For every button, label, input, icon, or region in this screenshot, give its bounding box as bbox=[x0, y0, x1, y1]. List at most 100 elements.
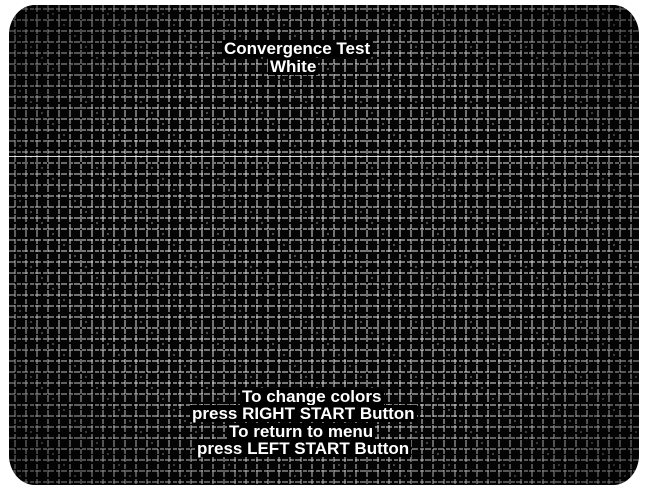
grid-dot bbox=[73, 34, 77, 38]
grid-dot bbox=[601, 122, 605, 126]
grid-dot bbox=[590, 221, 594, 225]
grid-dot bbox=[513, 364, 517, 368]
grid-dot bbox=[128, 199, 132, 203]
grid-dot bbox=[447, 243, 451, 247]
grid-dot bbox=[260, 331, 264, 335]
grid-dot bbox=[337, 78, 341, 82]
grid-dot bbox=[282, 133, 286, 137]
grid-dot bbox=[403, 254, 407, 258]
grid-dot bbox=[436, 12, 440, 16]
grid-dot bbox=[557, 353, 561, 357]
grid-dot bbox=[51, 122, 55, 126]
grid-dot bbox=[469, 210, 473, 214]
grid-dot bbox=[216, 397, 220, 401]
grid-dot bbox=[271, 232, 275, 236]
grid-dot bbox=[315, 331, 319, 335]
grid-dot bbox=[403, 34, 407, 38]
grid-dot bbox=[469, 100, 473, 104]
current-color-label: White bbox=[268, 57, 319, 76]
grid-dot bbox=[84, 430, 88, 434]
grid-dot bbox=[51, 342, 55, 346]
grid-dot bbox=[117, 188, 121, 192]
grid-dot bbox=[73, 309, 77, 313]
grid-dot bbox=[425, 56, 429, 60]
grid-dot bbox=[293, 144, 297, 148]
grid-dot bbox=[546, 342, 550, 346]
grid-dot bbox=[337, 133, 341, 137]
test-title: Convergence Test bbox=[222, 39, 373, 58]
grid-dot bbox=[623, 89, 627, 93]
grid-dot bbox=[304, 375, 308, 379]
grid-dot bbox=[150, 331, 154, 335]
grid-dot bbox=[502, 243, 506, 247]
grid-dot bbox=[436, 452, 440, 456]
grid-dot bbox=[447, 463, 451, 467]
grid-dot bbox=[370, 221, 374, 225]
grid-dot bbox=[590, 441, 594, 445]
grid-dot bbox=[183, 254, 187, 258]
grid-dot bbox=[381, 232, 385, 236]
grid-dot bbox=[315, 166, 319, 170]
grid-dot bbox=[491, 177, 495, 181]
grid-dot bbox=[480, 166, 484, 170]
grid-dot bbox=[612, 78, 616, 82]
grid-dot bbox=[227, 463, 231, 467]
grid-dot bbox=[51, 232, 55, 236]
grid-dot bbox=[117, 133, 121, 137]
grid-dot bbox=[458, 89, 462, 93]
grid-dot bbox=[458, 364, 462, 368]
grid-dot bbox=[568, 474, 572, 478]
grid-dot bbox=[260, 111, 264, 115]
grid-dot bbox=[502, 463, 506, 467]
grid-dot bbox=[491, 122, 495, 126]
grid-dot bbox=[634, 45, 638, 49]
grid-dot bbox=[117, 463, 121, 467]
grid-dot bbox=[612, 23, 616, 27]
grid-dot bbox=[183, 364, 187, 368]
grid-dot bbox=[359, 100, 363, 104]
grid-dot bbox=[205, 221, 209, 225]
grid-dot bbox=[18, 34, 22, 38]
grid-dot bbox=[513, 474, 517, 478]
grid-dot bbox=[18, 364, 22, 368]
grid-dot bbox=[348, 474, 352, 478]
grid-dot bbox=[227, 353, 231, 357]
instruction-return-menu: To return to menu bbox=[227, 422, 376, 441]
grid-dot bbox=[205, 386, 209, 390]
grid-dot bbox=[161, 232, 165, 236]
grid-dot bbox=[480, 276, 484, 280]
grid-dot bbox=[579, 430, 583, 434]
grid-dot bbox=[73, 364, 77, 368]
grid-dot bbox=[73, 89, 77, 93]
grid-dot bbox=[623, 309, 627, 313]
grid-dot bbox=[601, 452, 605, 456]
grid-dot bbox=[40, 221, 44, 225]
grid-dot bbox=[205, 166, 209, 170]
grid-dot bbox=[194, 45, 198, 49]
grid-dot bbox=[73, 144, 77, 148]
grid-dot bbox=[359, 375, 363, 379]
grid-dot bbox=[623, 364, 627, 368]
grid-dot bbox=[183, 309, 187, 313]
grid-dot bbox=[370, 166, 374, 170]
grid-dot bbox=[337, 188, 341, 192]
grid-dot bbox=[18, 254, 22, 258]
grid-dot bbox=[425, 111, 429, 115]
instruction-left-start: press LEFT START Button bbox=[195, 439, 412, 458]
grid-dot bbox=[62, 133, 66, 137]
grid-dot bbox=[590, 166, 594, 170]
grid-dot bbox=[117, 78, 121, 82]
instruction-change-colors: To change colors bbox=[240, 387, 384, 406]
grid-dot bbox=[117, 408, 121, 412]
grid-dot bbox=[469, 265, 473, 269]
grid-dot bbox=[623, 199, 627, 203]
grid-dot bbox=[612, 353, 616, 357]
grid-dot bbox=[524, 210, 528, 214]
grid-dot bbox=[469, 430, 473, 434]
grid-dot bbox=[106, 452, 110, 456]
grid-dot bbox=[271, 122, 275, 126]
grid-dot bbox=[128, 144, 132, 148]
grid-dot bbox=[414, 265, 418, 269]
grid-dot bbox=[546, 397, 550, 401]
grid-dot bbox=[579, 265, 583, 269]
